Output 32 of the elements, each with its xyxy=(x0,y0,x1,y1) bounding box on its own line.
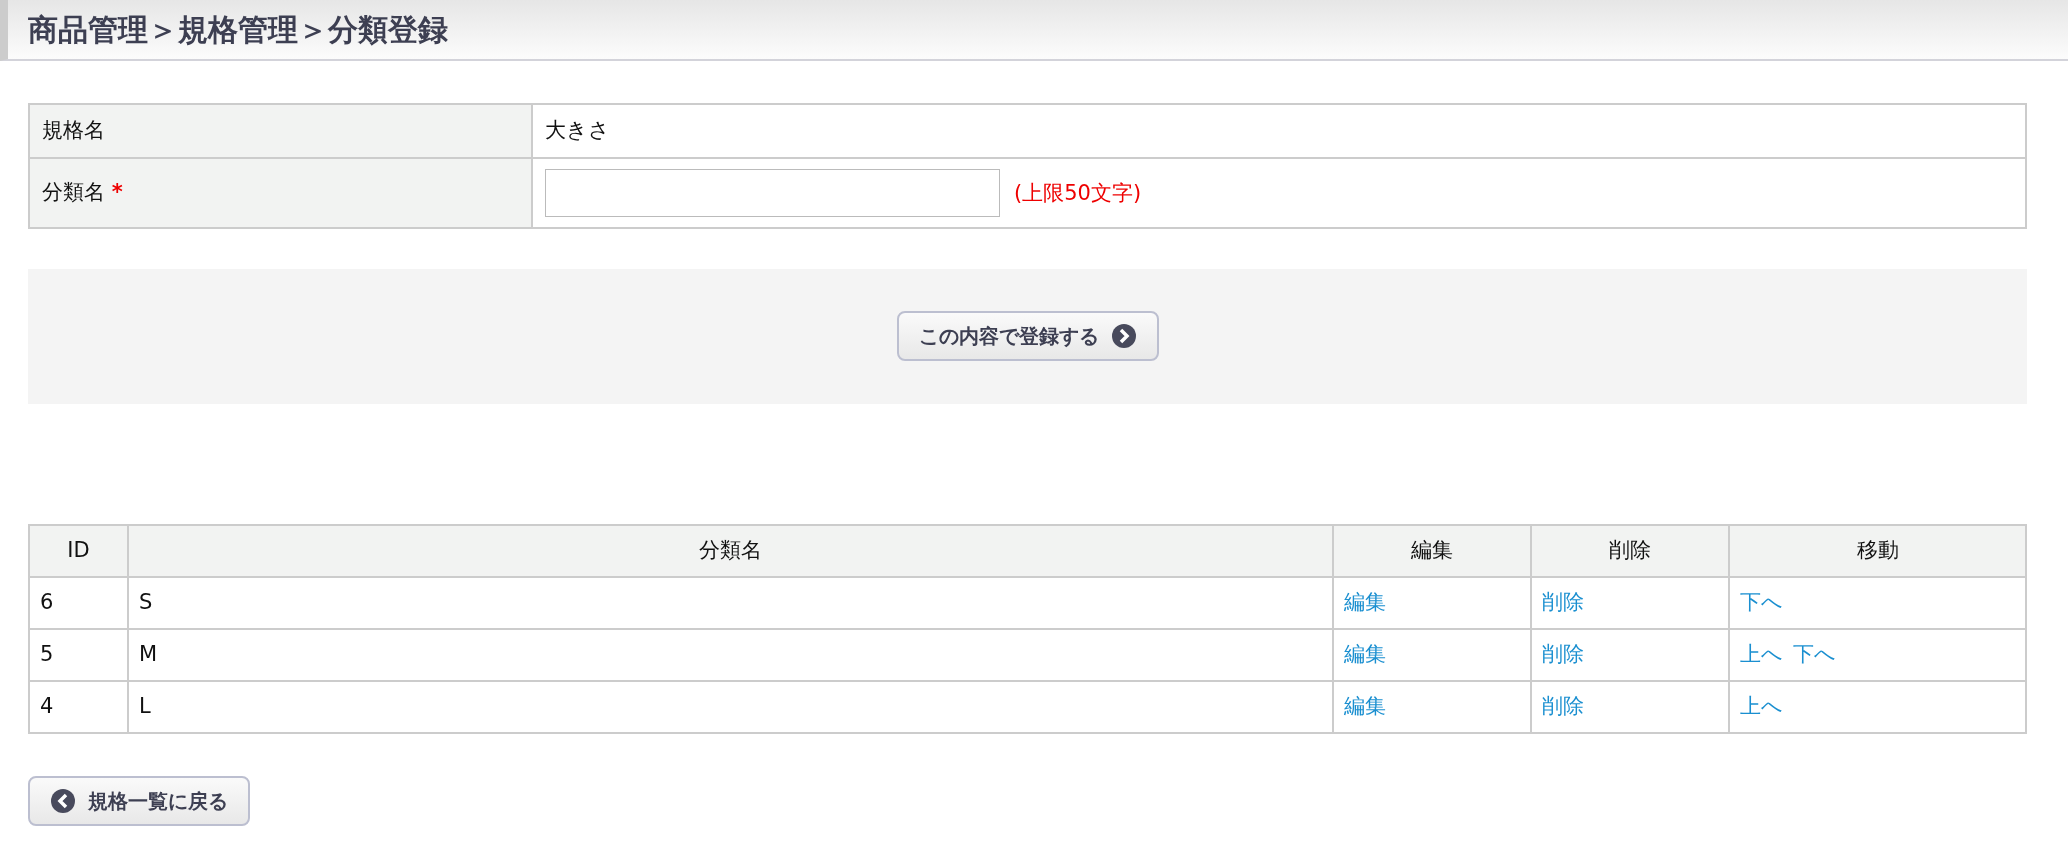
input-field[interactable] xyxy=(545,168,1000,217)
limit-note: (上限50文字) xyxy=(1014,180,1142,205)
column-header: 分類名 xyxy=(128,524,1333,577)
id-cell: 4 xyxy=(29,680,128,733)
field-label: 規格名 xyxy=(42,118,105,142)
edit-link[interactable]: 編集 xyxy=(1344,589,1386,614)
delete-link[interactable]: 削除 xyxy=(1542,641,1584,666)
move-link[interactable]: 上へ xyxy=(1740,641,1783,666)
column-header: 編集 xyxy=(1333,524,1531,577)
id-cell: 6 xyxy=(29,576,128,629)
name-cell: M xyxy=(128,628,1333,681)
move-link[interactable]: 下へ xyxy=(1740,589,1783,614)
name-cell: S xyxy=(128,576,1333,629)
back-button[interactable]: 規格一覧に戻る xyxy=(28,775,250,826)
chevron-left-icon xyxy=(50,787,76,814)
field-value: 大きさ xyxy=(545,118,610,142)
id-cell: 5 xyxy=(29,628,128,681)
delete-link[interactable]: 削除 xyxy=(1542,589,1584,614)
page-title: 商品管理＞規格管理＞分類登録 xyxy=(28,11,448,48)
delete-link[interactable]: 削除 xyxy=(1542,693,1584,718)
edit-link[interactable]: 編集 xyxy=(1344,693,1386,718)
edit-link[interactable]: 編集 xyxy=(1344,641,1386,666)
column-header: ID xyxy=(29,524,128,577)
required-mark: * xyxy=(111,179,123,204)
column-header: 移動 xyxy=(1729,524,2026,577)
move-link[interactable]: 下へ xyxy=(1793,641,1836,666)
move-link[interactable]: 上へ xyxy=(1740,693,1783,718)
column-header: 削除 xyxy=(1531,524,1729,577)
name-cell: L xyxy=(128,680,1333,733)
submit-button[interactable]: この内容で登録する xyxy=(896,311,1159,361)
field-label: 分類名 xyxy=(42,179,105,204)
chevron-right-icon xyxy=(1110,323,1137,349)
